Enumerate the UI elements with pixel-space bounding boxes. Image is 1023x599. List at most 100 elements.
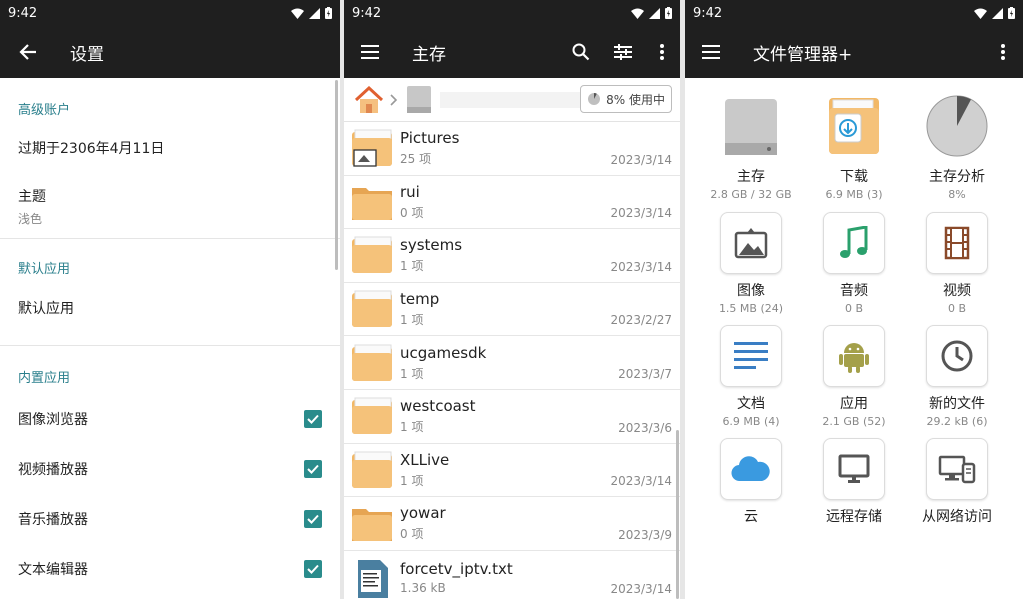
- builtin-row-image[interactable]: 图像浏览器: [0, 394, 340, 444]
- grid-sub: 2.1 GB (52): [822, 415, 886, 428]
- page-title: 主存: [412, 44, 446, 65]
- file-list: Pictures 25 项 2023/3/14 rui 0 项 2023/3/14 …: [344, 122, 680, 599]
- grid-item-audio[interactable]: 音频 0 B: [802, 212, 906, 315]
- file-name: forcetv_iptv.txt: [400, 560, 513, 579]
- drive-icon[interactable]: [404, 85, 434, 115]
- builtin-row-music[interactable]: 音乐播放器: [0, 494, 340, 544]
- more-button[interactable]: [983, 28, 1023, 76]
- grid-item-apps[interactable]: 应用 2.1 GB (52): [802, 325, 906, 428]
- grid-sub: 29.2 kB (6): [926, 415, 988, 428]
- filter-button[interactable]: [602, 28, 644, 76]
- grid-item-images[interactable]: 图像 1.5 MB (24): [699, 212, 803, 315]
- theme-value: 浅色: [18, 211, 43, 226]
- file-date: 2023/3/14: [610, 152, 672, 167]
- grid-item-recent[interactable]: 新的文件 29.2 kB (6): [905, 325, 1009, 428]
- grid-item-remote[interactable]: 远程存储: [802, 438, 906, 526]
- music-note-icon: [823, 212, 885, 274]
- section-advanced: 高级账户: [18, 103, 71, 118]
- list-item[interactable]: westcoast 1 项 2023/3/6: [344, 390, 680, 444]
- builtin-row-text[interactable]: 文本编辑器: [0, 544, 340, 594]
- section-default-apps: 默认应用: [18, 262, 71, 277]
- scrollbar[interactable]: [335, 80, 338, 270]
- checkbox[interactable]: [304, 460, 322, 478]
- grid-item-analysis[interactable]: 主存分析 8%: [905, 92, 1009, 201]
- grid-sub: 6.9 MB (4): [722, 415, 780, 428]
- grid-sub: 0 B: [844, 302, 864, 315]
- default-app-row[interactable]: 默认应用: [0, 281, 340, 335]
- back-button[interactable]: [4, 28, 52, 76]
- wifi-icon: [631, 8, 644, 19]
- more-vert-icon: [660, 44, 664, 60]
- folder-icon: [350, 343, 394, 383]
- list-item[interactable]: temp 1 项 2023/2/27: [344, 283, 680, 337]
- grid-item-video[interactable]: 视频 0 B: [905, 212, 1009, 315]
- usage-badge[interactable]: 8% 使用中: [580, 85, 672, 113]
- builtin-label: 音乐播放器: [18, 512, 88, 528]
- section-builtin: 内置应用: [18, 371, 71, 386]
- expire-text: 过期于2306年4月11日: [18, 141, 165, 157]
- more-button[interactable]: [644, 28, 680, 76]
- grid-label: 从网络访问: [922, 509, 992, 525]
- checkbox[interactable]: [304, 560, 322, 578]
- grid-item-cloud[interactable]: 云: [699, 438, 803, 526]
- list-item[interactable]: yowar 0 项 2023/3/9: [344, 497, 680, 551]
- hamburger-icon: [702, 45, 720, 59]
- battery-icon: [1008, 7, 1015, 19]
- list-item[interactable]: ucgamesdk 1 项 2023/3/7: [344, 336, 680, 390]
- menu-button[interactable]: [346, 28, 394, 76]
- check-icon: [307, 564, 319, 574]
- list-item[interactable]: systems 1 项 2023/3/14: [344, 229, 680, 283]
- file-date: 2023/2/27: [610, 313, 672, 328]
- file-count: 1 项: [400, 420, 424, 435]
- folder-icon: [350, 396, 394, 436]
- checkbox[interactable]: [304, 410, 322, 428]
- file-name: ucgamesdk: [400, 343, 487, 362]
- folder-icon: [350, 450, 394, 490]
- builtin-label: 文本编辑器: [18, 562, 88, 578]
- breadcrumb: 8% 使用中: [344, 78, 680, 122]
- grid-item-network[interactable]: 从网络访问: [905, 438, 1009, 526]
- file-name: temp: [400, 290, 440, 309]
- pie-icon: [588, 93, 601, 105]
- check-icon: [307, 514, 319, 524]
- file-name: rui: [400, 182, 420, 201]
- home-screen: 9:42 文件管理器+ 主存 2.8 GB / 32 GB 下载 6.9 MB …: [685, 0, 1023, 599]
- grid-label: 音频: [840, 283, 868, 299]
- menu-button[interactable]: [687, 28, 735, 76]
- builtin-label: 视频播放器: [18, 462, 88, 478]
- folder-icon: [350, 128, 394, 168]
- check-icon: [307, 414, 319, 424]
- grid-item-download[interactable]: 下载 6.9 MB (3): [802, 92, 906, 201]
- status-time: 9:42: [352, 5, 382, 21]
- arrow-back-icon: [19, 44, 36, 60]
- more-vert-icon: [1001, 44, 1005, 60]
- grid-item-documents[interactable]: 文档 6.9 MB (4): [699, 325, 803, 428]
- checkbox[interactable]: [304, 510, 322, 528]
- home-icon[interactable]: [354, 85, 384, 114]
- document-lines-icon: [720, 325, 782, 387]
- file-count: 1 项: [400, 366, 424, 381]
- search-button[interactable]: [560, 28, 602, 76]
- list-item[interactable]: XLLive 1 项 2023/3/14: [344, 444, 680, 498]
- builtin-label: 图像浏览器: [18, 412, 88, 428]
- grid-sub: 6.9 MB (3): [825, 188, 883, 201]
- file-count: 1.36 kB: [400, 581, 446, 596]
- grid-label: 新的文件: [929, 396, 985, 412]
- grid-item-main-storage[interactable]: 主存 2.8 GB / 32 GB: [699, 92, 803, 201]
- list-item[interactable]: Pictures 25 项 2023/3/14: [344, 122, 680, 176]
- expire-row[interactable]: 过期于2306年4月11日: [0, 122, 340, 174]
- scrollbar[interactable]: [676, 430, 679, 599]
- theme-row[interactable]: 主题 浅色: [0, 174, 340, 238]
- storage-app-bar: 主存: [344, 26, 680, 78]
- list-item[interactable]: rui 0 项 2023/3/14: [344, 176, 680, 230]
- builtin-row-video[interactable]: 视频播放器: [0, 444, 340, 494]
- settings-app-bar: 设置: [0, 26, 340, 78]
- page-title: 文件管理器+: [753, 44, 853, 65]
- signal-icon: [649, 7, 660, 19]
- file-date: 2023/3/7: [618, 366, 672, 381]
- status-icons: [291, 7, 332, 19]
- grid-label: 应用: [840, 396, 868, 412]
- list-item[interactable]: forcetv_iptv.txt 1.36 kB 2023/3/14: [344, 551, 680, 599]
- hamburger-icon: [361, 45, 379, 59]
- check-icon: [307, 464, 319, 474]
